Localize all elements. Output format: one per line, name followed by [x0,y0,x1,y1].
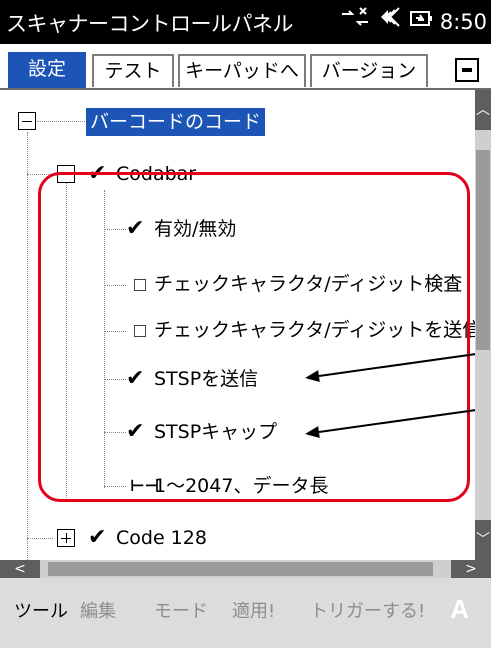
tree-line [27,538,53,539]
menu-edit[interactable]: 編集 [80,600,116,624]
menu-mode[interactable]: モード [154,600,208,624]
menu-bar: ツール 編集 モード 適用! トリガーする! A [0,578,491,648]
minimize-button[interactable] [455,58,479,82]
checkmark-icon[interactable]: ✔ [88,526,106,550]
clock[interactable]: 8:50 [440,10,487,34]
expand-icon[interactable] [57,529,75,547]
speaker-icon[interactable] [376,6,402,38]
minimize-icon [462,68,472,72]
connection-icon[interactable] [340,6,370,38]
scroll-left-button[interactable]: < [0,560,40,578]
scroll-thumb[interactable] [476,150,490,350]
horizontal-scrollbar[interactable]: < > [0,560,491,578]
tab-bar: 設定 テスト キーパッドへ バージョン [0,44,491,90]
tree-line [27,132,28,560]
tree-node-code128[interactable]: Code 128 [116,526,207,550]
scroll-down-button[interactable]: ﹀ [475,520,491,560]
status-area: 8:50 [340,6,487,38]
scroll-up-button[interactable]: ︿ [475,90,491,130]
annotation-highlight [38,172,470,502]
input-mode-indicator[interactable]: A [450,594,469,625]
title-bar: スキャナーコントロールパネル 8:50 [0,0,491,44]
tab-test[interactable]: テスト [92,54,174,87]
tab-settings[interactable]: 設定 [8,52,86,88]
collapse-icon[interactable] [18,112,36,130]
window-title: スキャナーコントロールパネル [6,12,294,36]
scroll-thumb[interactable] [48,562,433,576]
tab-version[interactable]: バージョン [310,54,428,87]
tree-node-barcode-codes[interactable]: バーコードのコード [86,108,266,136]
tab-keypad[interactable]: キーパッドへ [178,54,306,87]
annotation-arrowhead [304,426,320,440]
scroll-right-button[interactable]: > [451,560,491,578]
battery-icon[interactable] [408,6,434,38]
menu-trigger[interactable]: トリガーする! [310,600,425,624]
menu-apply[interactable]: 適用! [232,600,275,624]
menu-tools[interactable]: ツール [14,600,68,624]
vertical-scrollbar[interactable]: ︿ ﹀ [475,90,491,560]
annotation-arrowhead [304,370,320,384]
tree-line [37,121,85,122]
